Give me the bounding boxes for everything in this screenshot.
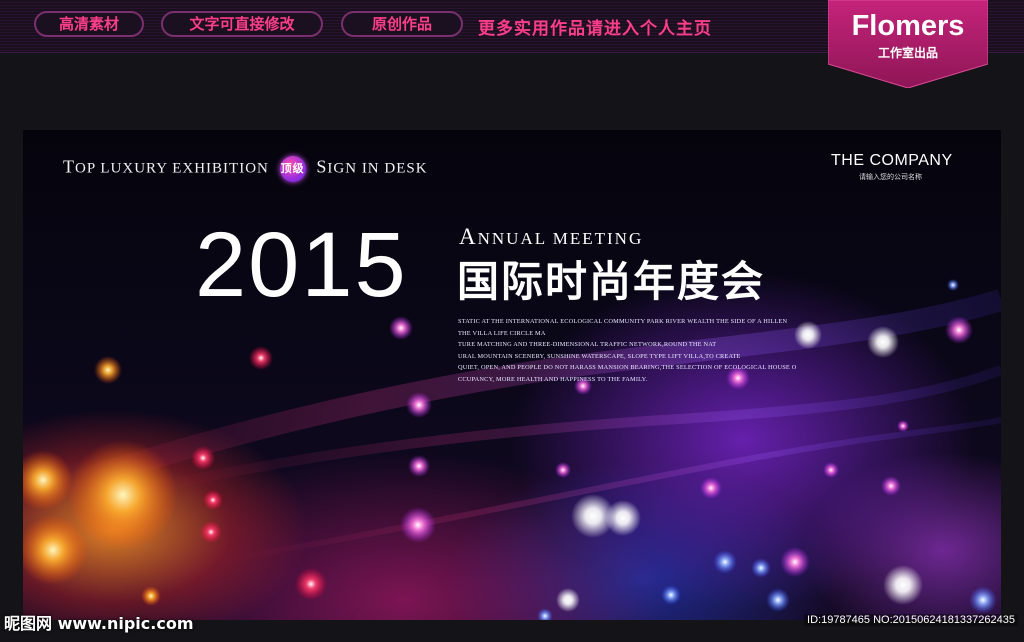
pill-original-work[interactable]: 原创作品: [341, 11, 463, 37]
site-watermark: 昵图网 www.nipic.com: [4, 614, 194, 633]
body-line: TURE MATCHING AND THREE-DIMENSIONAL TRAF…: [458, 341, 717, 348]
body-line: CCUPANCY, MORE HEALTH AND HAPPINESS TO T…: [458, 375, 648, 383]
body-line: STATIC AT THE INTERNATIONAL ECOLOGICAL C…: [458, 318, 788, 325]
promo-text[interactable]: 更多实用作品请进入个人主页: [478, 14, 712, 39]
annual-cap: A: [459, 224, 478, 249]
image-id-text: ID:19787465 NO:20150624181337262435: [804, 614, 1018, 626]
studio-badge[interactable]: Flomers 工作室出品: [828, 0, 988, 88]
year-title: 2015: [195, 214, 408, 316]
premium-badge-icon: 顶级: [279, 156, 306, 182]
tagline-cap-2: S: [316, 156, 328, 177]
body-line: THE VILLA LIFE CIRCLE MA: [458, 329, 546, 337]
pill-hd-material[interactable]: 高清素材: [34, 11, 144, 37]
company-name: THE COMPANY: [831, 152, 953, 169]
annual-meeting-label: ANNUAL MEETING: [459, 224, 643, 250]
headline: 国际时尚年度会: [457, 257, 766, 306]
tagline-part-1: OP LUXURY EXHIBITION: [75, 160, 269, 177]
tagline-cap-1: T: [63, 156, 75, 177]
badge-subtitle: 工作室出品: [877, 46, 938, 60]
tagline-part-2: IGN IN DESK: [327, 160, 428, 177]
annual-rest: NNUAL MEETING: [477, 229, 644, 248]
event-banner: TOP LUXURY EXHIBITION 顶级 SIGN IN DESK TH…: [23, 130, 1001, 620]
body-paragraph: STATIC AT THE INTERNATIONAL ECOLOGICAL C…: [458, 316, 813, 385]
company-name-placeholder: 请输入您的公司名称: [859, 173, 922, 181]
badge-brand: Flomers: [851, 10, 965, 42]
body-line: QUIET, OPEN, AND PEOPLE DO NOT HARASS MA…: [458, 364, 797, 371]
body-line: URAL MOUNTAIN SCENERY, SUNSHINE WATERSCA…: [458, 352, 741, 360]
pill-editable-text[interactable]: 文字可直接修改: [161, 11, 323, 37]
tagline-left: TOP LUXURY EXHIBITION 顶级 SIGN IN DESK: [63, 156, 428, 182]
